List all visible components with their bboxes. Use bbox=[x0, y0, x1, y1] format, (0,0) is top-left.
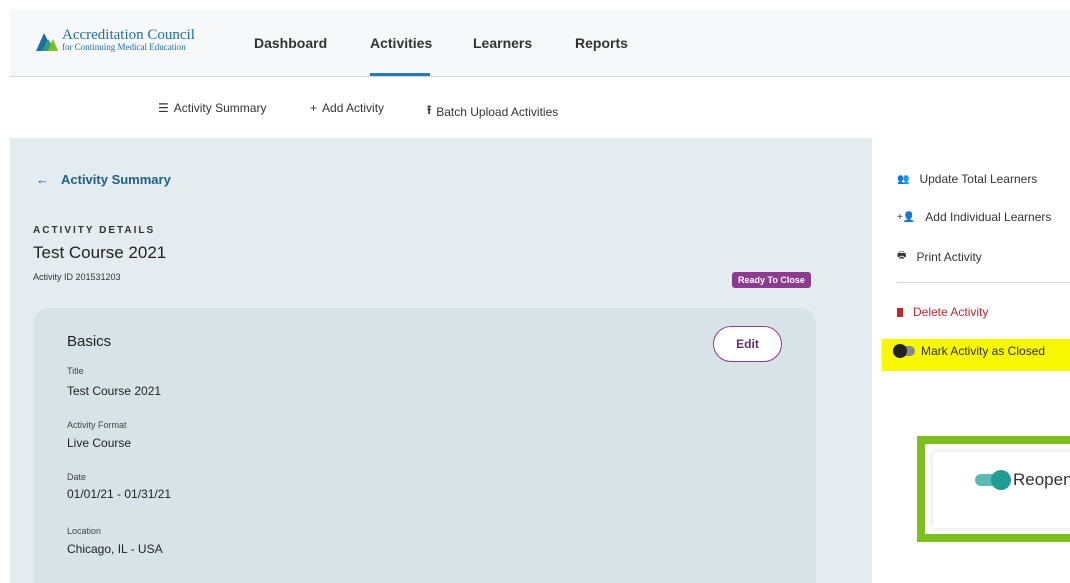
section-label: ACTIVITY DETAILS bbox=[33, 225, 156, 236]
field-label: Title bbox=[67, 366, 84, 376]
print-activity-action[interactable]: 🖶 Print Activity bbox=[897, 248, 982, 265]
edit-button[interactable]: Edit bbox=[713, 326, 782, 362]
printer-icon: 🖶 bbox=[897, 250, 907, 261]
reopen-panel: Reopen bbox=[933, 452, 1070, 528]
update-learners-label: Update Total Learners bbox=[919, 172, 1038, 186]
users-icon: 👥 bbox=[897, 173, 910, 185]
sub-nav: ☰ Activity Summary + Add Activity ⭱ Batc… bbox=[0, 77, 1070, 138]
add-activity-link[interactable]: + Add Activity bbox=[310, 101, 384, 115]
nav-dashboard[interactable]: Dashboard bbox=[254, 35, 327, 51]
back-to-summary-link[interactable]: ← Activity Summary bbox=[36, 172, 171, 187]
field-label: Date bbox=[67, 472, 87, 482]
field-value: 01/01/21 - 01/31/21 bbox=[67, 487, 172, 501]
arrow-left-icon: ← bbox=[36, 172, 49, 187]
delete-activity-action[interactable]: Delete Activity bbox=[897, 305, 988, 319]
basics-card: Basics Edit Title Test Course 2021 Activ… bbox=[33, 308, 816, 583]
toggle-off-icon bbox=[893, 344, 915, 358]
active-tab-indicator bbox=[370, 73, 430, 76]
add-user-icon: +👤 bbox=[897, 211, 916, 223]
reopen-callout: Reopen bbox=[917, 436, 1070, 542]
page-title: Test Course 2021 bbox=[33, 243, 167, 262]
nav-activities[interactable]: Activities bbox=[370, 35, 432, 51]
nav-learners[interactable]: Learners bbox=[473, 35, 532, 51]
brand-name: Accreditation Council bbox=[62, 27, 195, 43]
basics-heading: Basics bbox=[67, 333, 112, 350]
activity-summary-label: Activity Summary bbox=[173, 101, 267, 115]
activity-id: Activity ID 201531203 bbox=[33, 272, 121, 282]
nav-reports[interactable]: Reports bbox=[575, 35, 628, 51]
activity-summary-link[interactable]: ☰ Activity Summary bbox=[158, 101, 266, 115]
trash-icon bbox=[897, 307, 903, 317]
back-label: Activity Summary bbox=[61, 172, 171, 187]
update-total-learners-action[interactable]: 👥 Update Total Learners bbox=[897, 172, 1037, 186]
main-panel: ← Activity Summary ACTIVITY DETAILS Test… bbox=[10, 138, 872, 583]
add-learners-label: Add Individual Learners bbox=[925, 210, 1052, 224]
logo-mark-icon bbox=[36, 33, 58, 51]
mark-closed-toggle[interactable]: Mark Activity as Closed bbox=[893, 344, 1046, 358]
reopen-label: Reopen bbox=[1013, 470, 1070, 489]
reopen-toggle[interactable]: Reopen bbox=[975, 470, 1070, 490]
batch-upload-link[interactable]: ⭱ Batch Upload Activities bbox=[427, 101, 558, 122]
field-value: Chicago, IL - USA bbox=[67, 542, 163, 556]
add-activity-label: Add Activity bbox=[322, 101, 385, 115]
upload-icon: ⭱ bbox=[427, 103, 432, 117]
field-label: Activity Format bbox=[67, 420, 127, 430]
print-label: Print Activity bbox=[916, 249, 982, 264]
top-nav: Accreditation Council for Continuing Med… bbox=[10, 10, 1070, 77]
list-icon: ☰ bbox=[158, 101, 169, 115]
batch-upload-label: Batch Upload Activities bbox=[436, 104, 559, 119]
field-label: Location bbox=[67, 526, 102, 536]
plus-icon: + bbox=[310, 101, 318, 115]
toggle-on-icon bbox=[975, 470, 1011, 490]
accme-logo[interactable]: Accreditation Council for Continuing Med… bbox=[36, 28, 195, 52]
add-individual-learners-action[interactable]: +👤 Add Individual Learners bbox=[897, 210, 1051, 224]
divider bbox=[897, 282, 1070, 283]
field-value: Live Course bbox=[67, 436, 132, 450]
brand-tagline: for Continuing Medical Education bbox=[62, 42, 186, 52]
status-badge: Ready To Close bbox=[732, 272, 811, 288]
mark-closed-label: Mark Activity as Closed bbox=[921, 344, 1046, 358]
field-value: Test Course 2021 bbox=[67, 384, 162, 398]
delete-label: Delete Activity bbox=[913, 305, 989, 319]
actions-panel: 👥 Update Total Learners +👤 Add Individua… bbox=[872, 138, 1070, 583]
